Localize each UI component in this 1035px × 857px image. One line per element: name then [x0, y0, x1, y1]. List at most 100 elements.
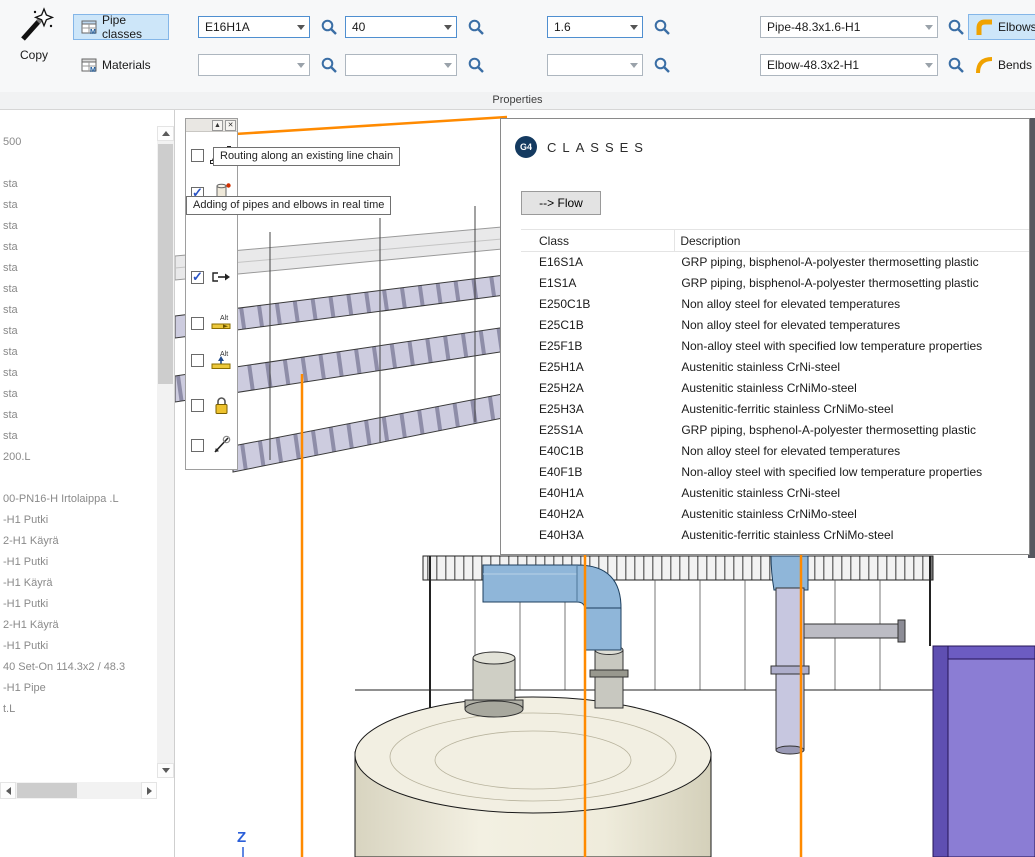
vertical-scrollbar[interactable]	[157, 126, 174, 778]
class-row[interactable]: E25F1B Non-alloy steel with specified lo…	[521, 336, 1029, 357]
horizontal-scrollbar[interactable]	[0, 782, 157, 799]
pipe-classes-button[interactable]: M Pipe classes	[73, 14, 169, 40]
class-row[interactable]: E40H3A Austenitic-ferritic stainless CrN…	[521, 525, 1029, 546]
scroll-right-button[interactable]	[141, 782, 157, 799]
thickness-search-button[interactable]	[651, 16, 673, 38]
class-row[interactable]: E25H1A Austenitic stainless CrNi-steel	[521, 357, 1029, 378]
checkbox[interactable]	[191, 354, 204, 367]
pipe-part-search-button[interactable]	[945, 16, 967, 38]
search-button-2[interactable]	[318, 54, 340, 76]
scrollbar-thumb[interactable]	[158, 144, 173, 384]
size-search-button[interactable]	[465, 16, 487, 38]
list-item[interactable]	[0, 468, 156, 489]
list-item[interactable]: sta	[0, 405, 156, 426]
list-item[interactable]: sta	[0, 342, 156, 363]
class-row[interactable]: E1S1A GRP piping, bisphenol-A-polyester …	[521, 273, 1029, 294]
list-item[interactable]: sta	[0, 195, 156, 216]
chevron-down-icon[interactable]	[440, 17, 456, 37]
elbow-part-search-button[interactable]	[945, 54, 967, 76]
option-alt-vertical[interactable]: Alt	[186, 346, 237, 376]
class-row[interactable]: E25H3A Austenitic-ferritic stainless CrN…	[521, 399, 1029, 420]
list-item[interactable]: sta	[0, 237, 156, 258]
class-row[interactable]: E25C1B Non alloy steel for elevated temp…	[521, 315, 1029, 336]
list-item[interactable]: t.L	[0, 699, 156, 720]
list-item[interactable]: 00-PN16-H Irtolaippa .L	[0, 489, 156, 510]
list-item[interactable]: sta	[0, 363, 156, 384]
class-row[interactable]: E40H1A Austenitic stainless CrNi-steel	[521, 483, 1029, 504]
pipe-class-search-button[interactable]	[318, 16, 340, 38]
copy-button[interactable]: Copy	[8, 4, 60, 88]
list-item[interactable]: 2-H1 Käyrä	[0, 531, 156, 552]
list-item[interactable]: -H1 Putki	[0, 636, 156, 657]
list-item[interactable]: sta	[0, 384, 156, 405]
checkbox[interactable]	[191, 271, 204, 284]
thickness-select[interactable]: 1.6	[547, 16, 643, 38]
purple-equipment[interactable]	[933, 646, 1035, 857]
size-select-2[interactable]	[345, 54, 457, 76]
scrollbar-thumb[interactable]	[17, 783, 77, 798]
list-item[interactable]: 40 Set-On 114.3x2 / 48.3	[0, 657, 156, 678]
pipe-part-select[interactable]: Pipe-48.3x1.6-H1	[760, 16, 938, 38]
list-item[interactable]: sta	[0, 321, 156, 342]
search-button-3[interactable]	[465, 54, 487, 76]
list-item[interactable]: sta	[0, 426, 156, 447]
materials-label: Materials	[102, 58, 151, 72]
list-item[interactable]: 2-H1 Käyrä	[0, 615, 156, 636]
class-row[interactable]: E40F1B Non-alloy steel with specified lo…	[521, 462, 1029, 483]
class-row[interactable]: E40C1B Non alloy steel for elevated temp…	[521, 441, 1029, 462]
bends-button[interactable]: Bends	[968, 52, 1035, 78]
size-select[interactable]: 40	[345, 16, 457, 38]
scroll-down-button[interactable]	[157, 763, 174, 778]
checkbox[interactable]	[191, 439, 204, 452]
list-item[interactable]: 500	[0, 132, 156, 153]
checkbox[interactable]	[191, 149, 204, 162]
chevron-down-icon[interactable]	[626, 55, 642, 75]
checkbox[interactable]	[191, 399, 204, 412]
palette-title-bar[interactable]: ▲ ✕	[186, 119, 237, 132]
elbows-button[interactable]: Elbows	[968, 14, 1035, 40]
list-item[interactable]: -H1 Putki	[0, 552, 156, 573]
list-item[interactable]: -H1 Putki	[0, 594, 156, 615]
storage-tank[interactable]	[355, 697, 711, 857]
search-button-4[interactable]	[651, 54, 673, 76]
list-item[interactable]: -H1 Pipe	[0, 678, 156, 699]
elbow-part-select[interactable]: Elbow-48.3x2-H1	[760, 54, 938, 76]
flow-button[interactable]: --> Flow	[521, 191, 601, 215]
pipe-class-select-2[interactable]	[198, 54, 310, 76]
list-item[interactable]: sta	[0, 174, 156, 195]
pipe-class-select[interactable]: E16H1A	[198, 16, 310, 38]
tank-nozzle-left[interactable]	[465, 652, 523, 717]
collapse-button[interactable]: ▲	[212, 120, 223, 131]
chevron-down-icon[interactable]	[626, 17, 642, 37]
class-row[interactable]: E40H2A Austenitic stainless CrNiMo-steel	[521, 504, 1029, 525]
thickness-select-2[interactable]	[547, 54, 643, 76]
list-item[interactable]: -H1 Putki	[0, 510, 156, 531]
list-item[interactable]: sta	[0, 216, 156, 237]
checkbox[interactable]	[191, 317, 204, 330]
list-item[interactable]: -H1 Käyrä	[0, 573, 156, 594]
tank-nozzle-center[interactable]	[590, 646, 628, 709]
option-lock[interactable]	[186, 391, 237, 421]
option-alt-horizontal[interactable]: Alt	[186, 309, 237, 339]
chevron-down-icon[interactable]	[293, 17, 309, 37]
chevron-down-icon[interactable]	[440, 55, 456, 75]
list-item[interactable]: sta	[0, 258, 156, 279]
scroll-left-button[interactable]	[0, 782, 16, 799]
option-free-draw[interactable]	[186, 431, 237, 461]
list-item[interactable]: sta	[0, 279, 156, 300]
class-row[interactable]: E16S1A GRP piping, bisphenol-A-polyester…	[521, 252, 1029, 273]
class-row[interactable]: E25S1A GRP piping, bsphenol-A-polyester …	[521, 420, 1029, 441]
close-button[interactable]: ✕	[225, 120, 236, 131]
chevron-down-icon[interactable]	[921, 55, 937, 75]
class-row[interactable]: E250C1B Non alloy steel for elevated tem…	[521, 294, 1029, 315]
scroll-up-button[interactable]	[157, 126, 174, 141]
materials-button[interactable]: M Materials	[73, 52, 169, 78]
class-description: GRP piping, bisphenol-A-polyester thermo…	[679, 252, 978, 273]
class-row[interactable]: E25H2A Austenitic stainless CrNiMo-steel	[521, 378, 1029, 399]
list-item[interactable]: sta	[0, 300, 156, 321]
chevron-down-icon[interactable]	[293, 55, 309, 75]
list-item[interactable]	[0, 153, 156, 174]
option-connect-arrow[interactable]	[186, 263, 237, 293]
chevron-down-icon[interactable]	[921, 17, 937, 37]
list-item[interactable]: 200.L	[0, 447, 156, 468]
